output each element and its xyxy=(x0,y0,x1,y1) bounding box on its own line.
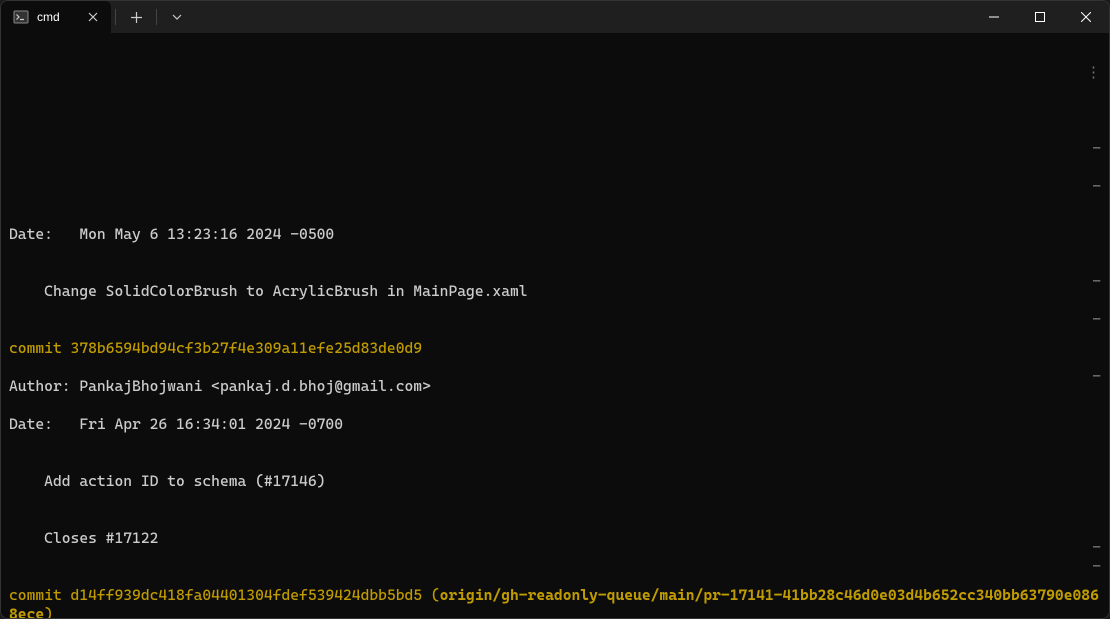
tab-close-icon[interactable] xyxy=(85,9,101,25)
commit-line: commit 378b6594bd94cf3b27f4e309a11efe25d… xyxy=(9,339,1101,358)
maximize-button[interactable] xyxy=(1017,1,1063,33)
mark-icon: - xyxy=(1092,557,1101,576)
new-tab-button[interactable] xyxy=(120,1,152,33)
titlebar-drag-region[interactable] xyxy=(193,1,971,33)
minimize-button[interactable] xyxy=(971,1,1017,33)
tab-divider xyxy=(115,9,116,25)
commit-paren: ) xyxy=(44,605,53,618)
tab-divider xyxy=(156,9,157,25)
close-button[interactable] xyxy=(1063,1,1109,33)
log-line: Add action ID to schema (#17146) xyxy=(9,472,1101,491)
log-line: Author: PankajBhojwani <pankaj.d.bhoj@gm… xyxy=(9,377,1101,396)
tab-dropdown-button[interactable] xyxy=(161,1,193,33)
tab-cmd[interactable]: cmd xyxy=(1,1,111,33)
terminal-output[interactable]: ⋮ - - - - - - - Date: Mon May 6 13:23:16… xyxy=(1,33,1109,618)
mark-icon: - xyxy=(1092,139,1101,158)
log-line: Date: Fri Apr 26 16:34:01 2024 -0700 xyxy=(9,415,1101,434)
tab-actions xyxy=(111,1,193,33)
tab-title: cmd xyxy=(37,10,77,24)
log-line: Date: Mon May 6 13:23:16 2024 -0500 xyxy=(9,225,1101,244)
log-line: Closes #17122 xyxy=(9,529,1101,548)
commit-hash: commit d14ff939dc418fa04401304fdef539424… xyxy=(9,586,440,604)
titlebar: cmd xyxy=(1,1,1109,33)
terminal-icon xyxy=(13,9,29,25)
window-controls xyxy=(971,1,1109,33)
commit-line: commit d14ff939dc418fa04401304fdef539424… xyxy=(9,586,1101,618)
mark-icon: - xyxy=(1092,177,1101,196)
mark-icon: ⋮ xyxy=(1086,63,1101,82)
log-line: Change SolidColorBrush to AcrylicBrush i… xyxy=(9,282,1101,301)
app-window: cmd xyxy=(0,0,1110,619)
mark-icon: - xyxy=(1092,310,1101,329)
